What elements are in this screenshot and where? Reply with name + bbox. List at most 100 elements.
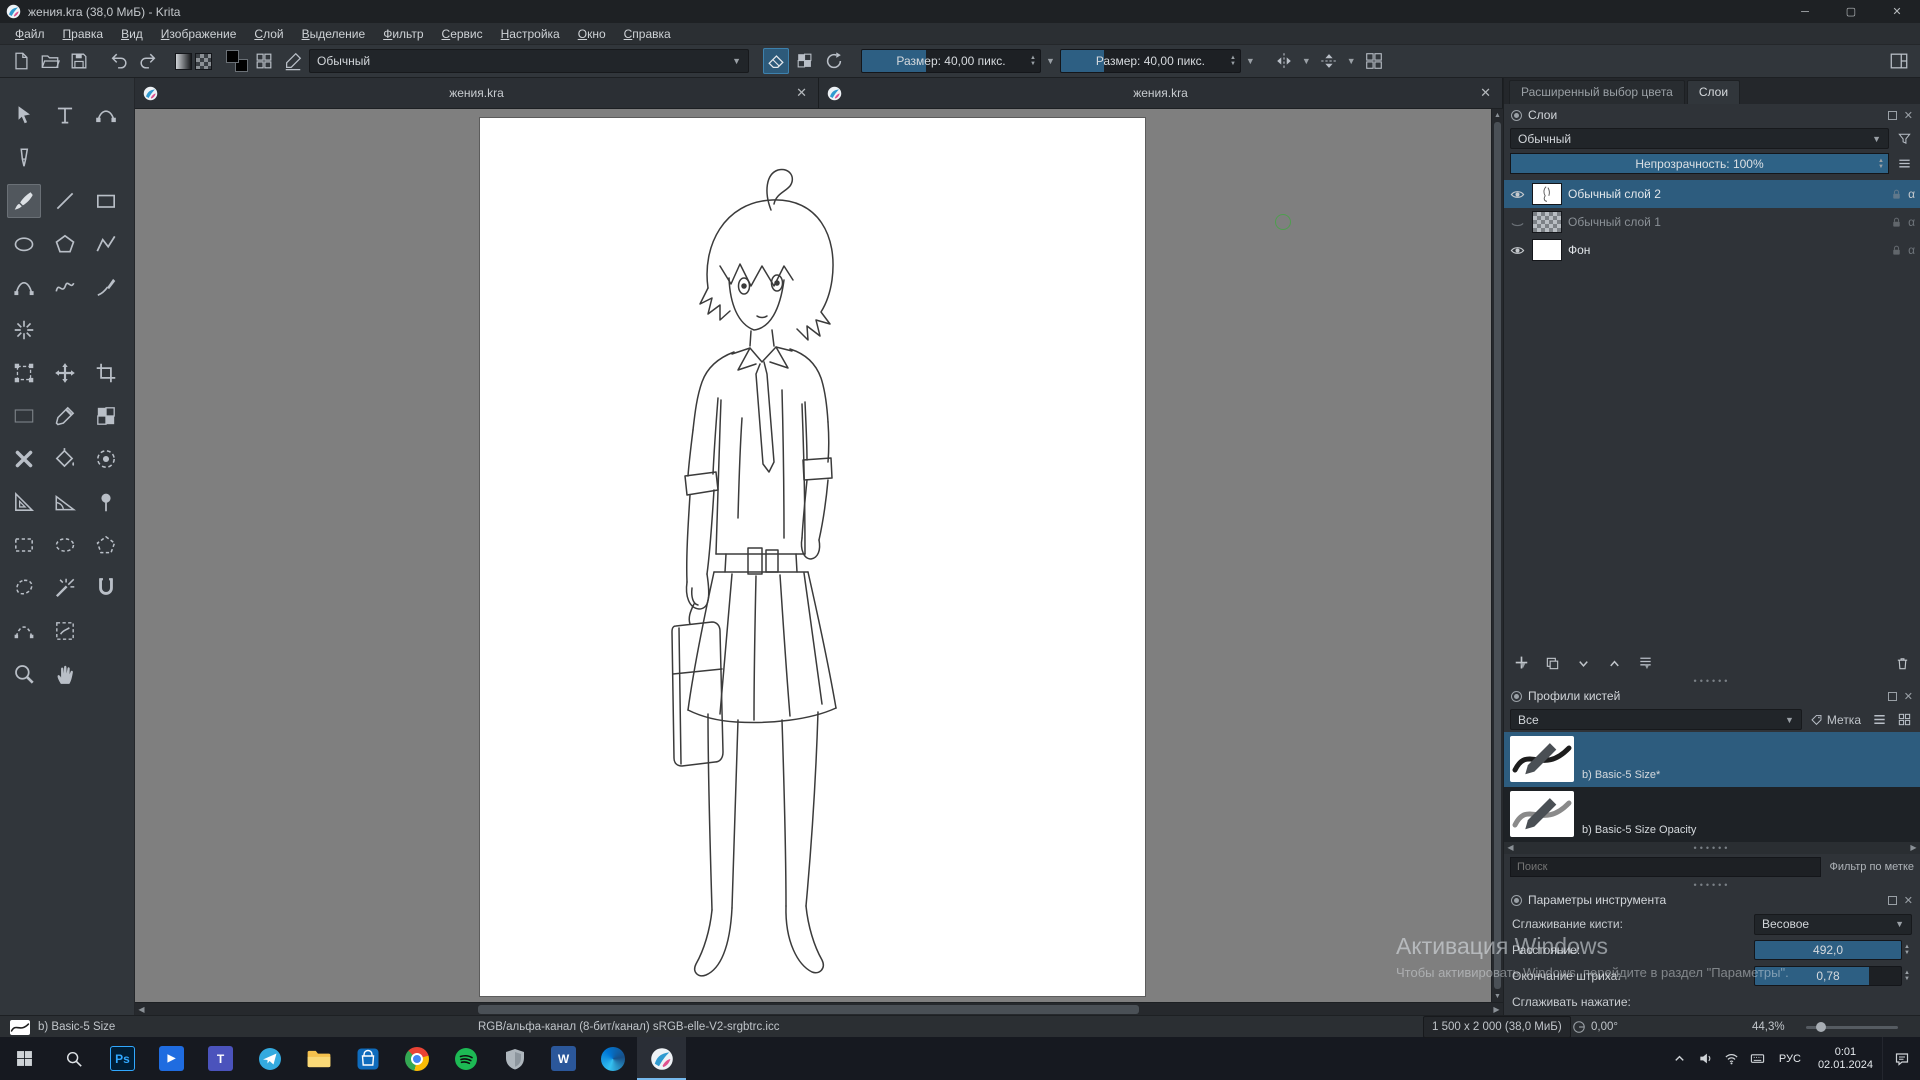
layer-filter-button[interactable] bbox=[1894, 129, 1914, 149]
tag-chip[interactable]: Метка bbox=[1807, 713, 1864, 727]
fg-bg-colors[interactable] bbox=[226, 50, 248, 72]
polyline-tool[interactable] bbox=[89, 227, 123, 261]
preset-list-scrollbar[interactable]: ◀ •••••• ▶ bbox=[1504, 842, 1920, 854]
docker-splitter[interactable]: •••••• bbox=[1504, 880, 1920, 889]
preserve-alpha-button[interactable] bbox=[792, 48, 818, 74]
shape-select-tool[interactable] bbox=[7, 98, 41, 132]
mirror-vertical-button[interactable] bbox=[1316, 48, 1342, 74]
brush-preset-item[interactable]: b) Basic-5 Size Opacity bbox=[1504, 787, 1920, 842]
multibrush-tool[interactable] bbox=[7, 313, 41, 347]
layer-visibility-toggle[interactable] bbox=[1509, 242, 1526, 259]
alpha-lock-icon[interactable]: α bbox=[1908, 187, 1915, 201]
workspace-chooser-button[interactable] bbox=[251, 48, 277, 74]
taskbar-photoshop[interactable]: Ps bbox=[98, 1037, 147, 1080]
taskbar-spotify[interactable] bbox=[441, 1037, 490, 1080]
pan-tool[interactable] bbox=[48, 657, 82, 691]
spin-arrows[interactable]: ▲▼ bbox=[1876, 154, 1886, 173]
horizontal-scrollbar[interactable]: ◀ ▶ bbox=[135, 1002, 1503, 1015]
bezier-curve-tool[interactable] bbox=[7, 270, 41, 304]
close-icon[interactable]: ✕ bbox=[1904, 894, 1913, 907]
smart-patch-tool[interactable] bbox=[7, 442, 41, 476]
docker-splitter[interactable]: •••••• bbox=[1504, 676, 1920, 685]
layer-visibility-toggle[interactable] bbox=[1509, 214, 1526, 231]
canvas[interactable] bbox=[480, 118, 1145, 996]
taskbar-store[interactable] bbox=[343, 1037, 392, 1080]
document-tab-1[interactable]: жения.kra ✕ bbox=[135, 78, 819, 108]
layers-docker-header[interactable]: Слои ✕ bbox=[1504, 104, 1920, 126]
tab-advanced-color-selector[interactable]: Расширенный выбор цвета bbox=[1509, 80, 1685, 104]
canvas-viewport[interactable]: ▲ ▼ bbox=[135, 109, 1503, 1002]
undo-button[interactable] bbox=[106, 48, 132, 74]
close-icon[interactable]: ✕ bbox=[796, 85, 807, 101]
zoom-slider-track[interactable] bbox=[1806, 1026, 1898, 1029]
crop-tool[interactable] bbox=[89, 356, 123, 390]
layer-row-background[interactable]: Фон α bbox=[1504, 236, 1920, 264]
pattern-edit-tool[interactable] bbox=[89, 399, 123, 433]
mirror-horizontal-button[interactable] bbox=[1271, 48, 1297, 74]
similar-color-select-tool[interactable] bbox=[48, 571, 82, 605]
close-button[interactable]: ✕ bbox=[1874, 0, 1920, 23]
menu-item-select[interactable]: Выделение bbox=[293, 24, 375, 44]
float-docker-icon[interactable] bbox=[1888, 692, 1897, 701]
spin-arrows[interactable]: ▲▼ bbox=[1902, 970, 1912, 982]
touch-keyboard-button[interactable] bbox=[1745, 1037, 1771, 1080]
menu-item-filter[interactable]: Фильтр bbox=[374, 24, 432, 44]
taskbar-messenger[interactable] bbox=[245, 1037, 294, 1080]
polygon-tool[interactable] bbox=[48, 227, 82, 261]
zoom-slider-handle[interactable] bbox=[1816, 1022, 1826, 1032]
move-tool[interactable] bbox=[48, 356, 82, 390]
maximize-button[interactable]: ▢ bbox=[1828, 0, 1874, 23]
tool-options-docker-header[interactable]: Параметры инструмента ✕ bbox=[1504, 889, 1920, 911]
minimize-button[interactable]: ─ bbox=[1782, 0, 1828, 23]
scroll-up-arrow[interactable]: ▲ bbox=[1492, 109, 1503, 121]
measure-tool[interactable] bbox=[48, 485, 82, 519]
layer-properties-button[interactable]: ▼ bbox=[1638, 654, 1653, 672]
brush-tag-select[interactable]: Все ▼ bbox=[1510, 709, 1802, 730]
rect-select-tool[interactable] bbox=[7, 528, 41, 562]
menu-item-layer[interactable]: Слой bbox=[245, 24, 292, 44]
add-layer-button[interactable]: ＋▼ bbox=[1514, 656, 1529, 671]
blend-mode-select[interactable]: Обычный ▼ bbox=[309, 49, 749, 73]
reload-preset-button[interactable] bbox=[821, 48, 847, 74]
pattern-swatch[interactable] bbox=[195, 53, 212, 70]
scroll-left-arrow[interactable]: ◀ bbox=[1504, 842, 1517, 854]
lock-icon[interactable] bbox=[1890, 244, 1903, 257]
float-docker-icon[interactable] bbox=[1888, 111, 1897, 120]
workspace-switcher-button[interactable] bbox=[1886, 48, 1912, 74]
magnetic-select-tool[interactable] bbox=[89, 571, 123, 605]
alpha-lock-icon[interactable]: α bbox=[1908, 215, 1915, 229]
close-icon[interactable]: ✕ bbox=[1904, 690, 1913, 703]
calligraphy-tool[interactable] bbox=[7, 141, 41, 175]
layer-visibility-toggle[interactable] bbox=[1509, 186, 1526, 203]
open-document-button[interactable] bbox=[37, 48, 63, 74]
alpha-lock-icon[interactable]: α bbox=[1908, 243, 1915, 257]
taskbar-word[interactable]: W bbox=[539, 1037, 588, 1080]
taskbar-search-button[interactable] bbox=[49, 1037, 98, 1080]
freehand-path-tool[interactable] bbox=[48, 270, 82, 304]
taskbar-edge[interactable] bbox=[588, 1037, 637, 1080]
lock-icon[interactable] bbox=[1890, 216, 1903, 229]
ellipse-select-tool[interactable] bbox=[48, 528, 82, 562]
freehand-select-tool[interactable] bbox=[7, 571, 41, 605]
menu-item-window[interactable]: Окно bbox=[569, 24, 615, 44]
list-view-button[interactable] bbox=[1869, 710, 1889, 730]
menu-item-edit[interactable]: Правка bbox=[54, 24, 113, 44]
stroke-end-spinbox[interactable]: 0,78 bbox=[1754, 966, 1902, 986]
save-button[interactable] bbox=[66, 48, 92, 74]
spin-arrows[interactable]: ▲▼ bbox=[1028, 50, 1038, 72]
menu-item-image[interactable]: Изображение bbox=[152, 24, 246, 44]
layer-opacity-slider[interactable]: Непрозрачность: 100% ▲▼ bbox=[1510, 153, 1889, 174]
dynamic-brush-tool[interactable] bbox=[89, 270, 123, 304]
lock-icon[interactable] bbox=[1890, 188, 1903, 201]
smoothing-select[interactable]: Весовое ▼ bbox=[1754, 914, 1912, 935]
freehand-brush-tool[interactable] bbox=[7, 184, 41, 218]
fill-tool[interactable] bbox=[48, 442, 82, 476]
clock[interactable]: 0:01 02.01.2024 bbox=[1809, 1046, 1882, 1072]
horizontal-scroll-thumb[interactable] bbox=[478, 1005, 1139, 1014]
taskbar-krita-active[interactable] bbox=[637, 1037, 686, 1080]
vertical-scrollbar[interactable]: ▲ ▼ bbox=[1491, 109, 1503, 1002]
menu-item-view[interactable]: Вид bbox=[112, 24, 152, 44]
close-icon[interactable]: ✕ bbox=[1480, 85, 1491, 101]
layer-blend-mode-select[interactable]: Обычный ▼ bbox=[1510, 128, 1889, 149]
taskbar-security-app[interactable] bbox=[490, 1037, 539, 1080]
